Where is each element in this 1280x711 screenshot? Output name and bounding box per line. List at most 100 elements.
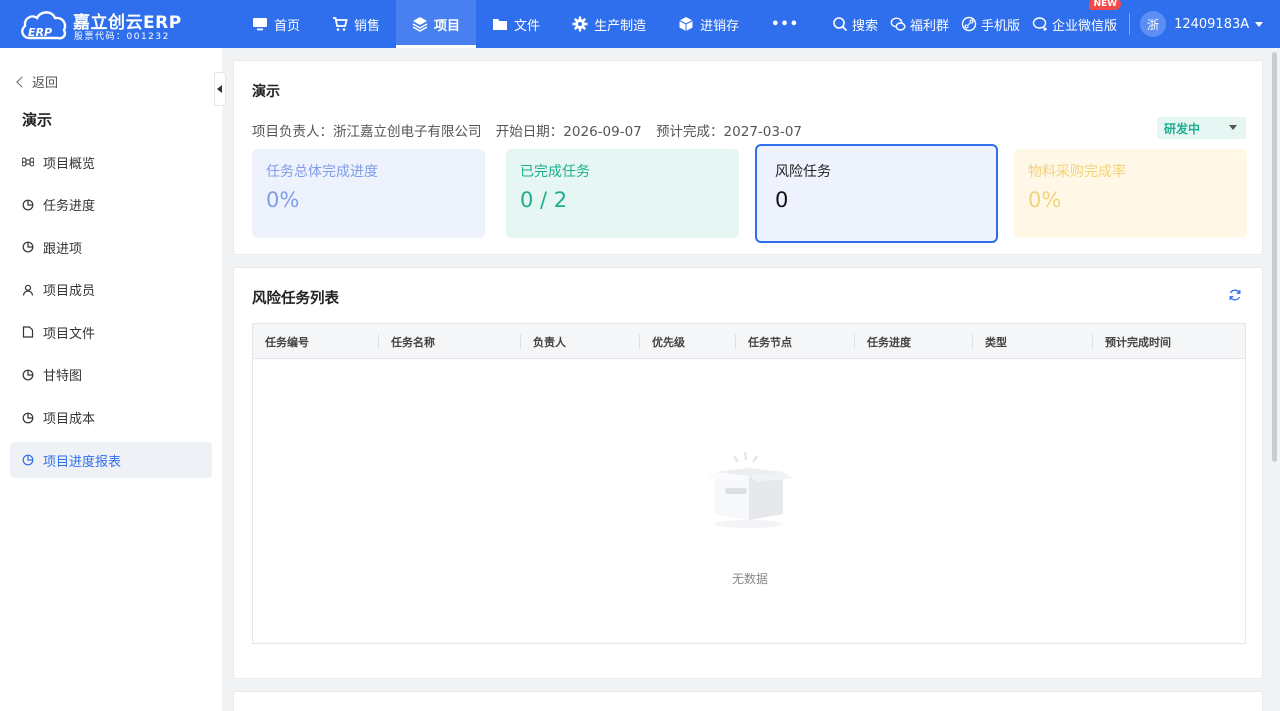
- stat-completed-tasks[interactable]: 已完成任务 0 / 2: [506, 149, 739, 238]
- sidebar-item-label: 项目文件: [43, 326, 96, 342]
- nav-sales[interactable]: 销售: [316, 0, 396, 48]
- mobile-label: 手机版: [981, 18, 1021, 34]
- stat-value: 0%: [1028, 188, 1062, 212]
- sidebar-item-label: 任务进度: [43, 199, 96, 215]
- sidebar-item-label: 项目概览: [43, 156, 96, 172]
- stat-risk-tasks[interactable]: 风险任务 0: [755, 144, 998, 243]
- page-scrollbar[interactable]: [1272, 52, 1277, 462]
- stat-label: 风险任务: [775, 164, 831, 180]
- sidebar-menu: 项目概览 任务进度 跟进项 项目成员 项目文件 甘特图 项目成本 项目进度报表: [10, 144, 212, 485]
- sidebar-item-label: 跟进项: [43, 241, 83, 257]
- column-header[interactable]: 预计完成时间: [1093, 324, 1245, 359]
- project-summary-card: 演示 项目负责人：浙江嘉立创电子有限公司 开始日期：2026-09-07 预计完…: [233, 60, 1263, 255]
- column-header[interactable]: 任务节点: [736, 324, 855, 359]
- caret-down-icon: [1229, 125, 1237, 130]
- nav-home[interactable]: 首页: [236, 0, 316, 48]
- nav-manufacturing[interactable]: 生产制造: [556, 0, 662, 48]
- main-nav: 首页 销售 项目 文件 生产制造 进销存 •••: [236, 0, 815, 48]
- sidebar-item-task-progress[interactable]: 任务进度: [10, 187, 212, 223]
- wechat-work-button[interactable]: 企业微信版 NEW: [1032, 0, 1122, 34]
- pie-icon: [22, 412, 34, 423]
- brand-subtitle: 股票代码：001232: [74, 32, 170, 42]
- pie-icon: [22, 454, 34, 466]
- sidebar-item-label: 甘特图: [43, 369, 83, 385]
- header-divider: [1129, 13, 1131, 35]
- status-value: 研发中: [1164, 121, 1201, 136]
- column-header[interactable]: 类型: [973, 324, 1093, 359]
- collapse-sidebar-button[interactable]: [214, 72, 226, 106]
- project-start-date: 开始日期：2026-09-07: [495, 124, 642, 140]
- top-navbar: ERP 嘉立创云ERP 股票代码：001232 首页 销售 项目 文件 生产制造…: [0, 0, 1280, 48]
- mobile-button[interactable]: 手机版: [961, 15, 1020, 34]
- brand-logo[interactable]: ERP 嘉立创云ERP 股票代码：001232: [18, 6, 193, 44]
- cloud-logo-icon: ERP: [21, 11, 67, 40]
- project-owner: 项目负责人：浙江嘉立创电子有限公司: [252, 124, 482, 140]
- stat-value: 0 / 2: [520, 188, 568, 212]
- file-icon: [22, 326, 34, 338]
- project-meta: 项目负责人：浙江嘉立创电子有限公司 开始日期：2026-09-07 预计完成：2…: [252, 120, 812, 140]
- avatar: 浙: [1140, 11, 1167, 37]
- user-icon: [22, 284, 34, 296]
- search-label: 搜索: [852, 18, 879, 34]
- stat-overall-progress[interactable]: 任务总体完成进度 0%: [252, 149, 485, 238]
- nav-inventory[interactable]: 进销存: [662, 0, 755, 48]
- pie-icon: [22, 199, 34, 210]
- sidebar-item-members[interactable]: 项目成员: [10, 272, 212, 308]
- monitor-icon: [253, 18, 267, 31]
- column-header[interactable]: 负责人: [521, 324, 640, 359]
- new-badge: NEW: [1089, 0, 1122, 10]
- nav-sales-label: 销售: [354, 18, 381, 34]
- benefit-group-label: 福利群: [910, 18, 950, 34]
- benefit-group-button[interactable]: 福利群: [890, 15, 949, 34]
- chevron-down-icon: [1255, 21, 1264, 27]
- refresh-icon[interactable]: [1228, 288, 1242, 302]
- command-icon: [22, 157, 34, 167]
- status-select[interactable]: 研发中: [1157, 117, 1246, 139]
- stat-label: 物料采购完成率: [1028, 164, 1126, 180]
- sidebar-item-label: 项目进度报表: [43, 454, 122, 470]
- sidebar-item-gantt[interactable]: 甘特图: [10, 357, 212, 393]
- nav-manufacturing-label: 生产制造: [594, 18, 647, 34]
- empty-state-text: 无数据: [731, 572, 768, 586]
- sidebar-item-follow-up[interactable]: 跟进项: [10, 229, 212, 265]
- nav-files[interactable]: 文件: [476, 0, 556, 48]
- nav-home-label: 首页: [274, 18, 301, 34]
- stat-value: 0%: [266, 188, 300, 212]
- column-header[interactable]: 任务进度: [855, 324, 973, 359]
- risk-task-card: 风险任务列表 任务编号 任务名称 负责人 优先级 任务节点 任务进度 类型 预计…: [233, 267, 1263, 679]
- table-header: 任务编号 任务名称 负责人 优先级 任务节点 任务进度 类型 预计完成时间: [253, 324, 1245, 359]
- sidebar-item-label: 项目成员: [43, 284, 96, 300]
- wechat-icon: [890, 17, 906, 31]
- column-header[interactable]: 任务编号: [253, 324, 379, 359]
- sidebar-item-files[interactable]: 项目文件: [10, 314, 212, 350]
- sidebar-item-cost[interactable]: 项目成本: [10, 400, 212, 436]
- nav-more-button[interactable]: •••: [755, 0, 815, 48]
- column-header[interactable]: 优先级: [640, 324, 736, 359]
- sidebar-title: 演示: [22, 111, 53, 129]
- user-menu[interactable]: 浙 12409183A: [1140, 11, 1264, 37]
- stat-value: 0: [775, 188, 789, 212]
- back-link[interactable]: 返回: [16, 72, 59, 91]
- search-icon: [833, 17, 848, 32]
- search-button[interactable]: 搜索: [832, 15, 878, 34]
- nav-project-label: 项目: [434, 18, 461, 34]
- sidebar-item-progress-report[interactable]: 项目进度报表: [10, 442, 212, 479]
- wechat-work-label: 企业微信版: [1052, 18, 1118, 34]
- pie-icon: [22, 369, 34, 381]
- column-header[interactable]: 任务名称: [379, 324, 521, 359]
- risk-task-table: 任务编号 任务名称 负责人 优先级 任务节点 任务进度 类型 预计完成时间 无数…: [252, 323, 1246, 644]
- sidebar-item-overview[interactable]: 项目概览: [10, 144, 212, 180]
- folder-icon: [493, 19, 508, 30]
- sidebar-item-label: 项目成本: [43, 412, 96, 428]
- layers-icon: [412, 17, 428, 32]
- nav-files-label: 文件: [514, 18, 541, 34]
- nav-project[interactable]: 项目: [396, 0, 477, 48]
- project-sidebar: 返回 演示 项目概览 任务进度 跟进项 项目成员 项目文件 甘特图 项目成本 项…: [0, 48, 226, 711]
- stat-label: 任务总体完成进度: [266, 164, 378, 180]
- svg-text:ERP: ERP: [28, 26, 52, 39]
- nav-inventory-label: 进销存: [700, 18, 740, 34]
- user-name: 12409183A: [1174, 16, 1250, 32]
- stat-procurement-rate[interactable]: 物料采购完成率 0%: [1014, 149, 1247, 238]
- chevron-left-icon: [16, 75, 28, 88]
- back-label: 返回: [32, 76, 59, 91]
